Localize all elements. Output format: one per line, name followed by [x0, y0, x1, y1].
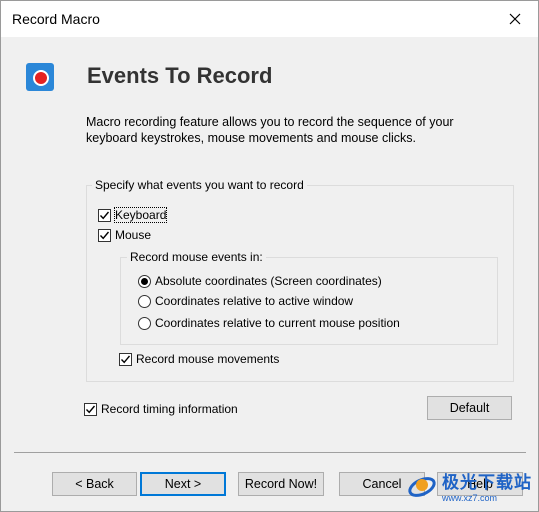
watermark-url: www.xz7.com — [442, 492, 498, 503]
record-now-button[interactable]: Record Now! — [238, 472, 324, 496]
divider — [14, 452, 526, 453]
checkmark-icon — [85, 405, 96, 413]
mouse-label: Mouse — [115, 228, 152, 242]
keyboard-label: Keyboard — [113, 207, 168, 223]
mouse-checkbox[interactable]: Mouse — [98, 227, 151, 243]
default-button[interactable]: Default — [427, 396, 512, 420]
watermark: 极光下载站 www.xz7.com — [406, 459, 539, 511]
radio-label: Coordinates relative to active window — [155, 294, 354, 308]
radio-label: Coordinates relative to current mouse po… — [155, 316, 400, 330]
close-icon — [509, 13, 521, 25]
radio-button[interactable] — [138, 274, 151, 288]
page-title: Events To Record — [87, 63, 273, 88]
title-bar: Record Macro — [1, 1, 538, 37]
checkmark-icon — [99, 211, 110, 219]
checkmark-icon — [120, 355, 131, 363]
radio-label: Absolute coordinates (Screen coordinates… — [155, 274, 382, 288]
close-button[interactable] — [492, 1, 538, 37]
radio-button[interactable] — [138, 294, 151, 308]
checkmark-icon — [99, 231, 110, 239]
back-button[interactable]: < Back — [52, 472, 137, 496]
next-button[interactable]: Next > — [140, 472, 226, 496]
radio-absolute-coordinates[interactable]: Absolute coordinates (Screen coordinates… — [138, 273, 382, 289]
record-movements-checkbox[interactable]: Record mouse movements — [119, 351, 279, 367]
mouse-events-legend: Record mouse events in: — [127, 250, 266, 264]
mouse-check-box[interactable] — [98, 228, 111, 242]
events-group-legend: Specify what events you want to record — [92, 178, 307, 192]
radio-relative-window[interactable]: Coordinates relative to active window — [138, 293, 353, 309]
window-title: Record Macro — [12, 11, 100, 27]
timing-label: Record timing information — [101, 402, 238, 416]
radio-button[interactable] — [138, 316, 151, 330]
timing-check-box[interactable] — [84, 402, 97, 416]
record-movements-label: Record mouse movements — [136, 352, 280, 366]
record-macro-dialog: Record Macro Events To Record Macro reco… — [0, 0, 539, 512]
record-movements-check-box[interactable] — [119, 352, 132, 366]
description-text: Macro recording feature allows you to re… — [86, 115, 454, 145]
watermark-text: 极光下载站 — [442, 472, 532, 492]
record-icon — [26, 63, 54, 91]
timing-checkbox[interactable]: Record timing information — [84, 401, 238, 417]
keyboard-checkbox[interactable]: Keyboard — [98, 207, 168, 223]
radio-relative-mouse[interactable]: Coordinates relative to current mouse po… — [138, 315, 400, 331]
keyboard-check-box[interactable] — [98, 208, 111, 222]
watermark-logo-icon — [406, 469, 438, 501]
